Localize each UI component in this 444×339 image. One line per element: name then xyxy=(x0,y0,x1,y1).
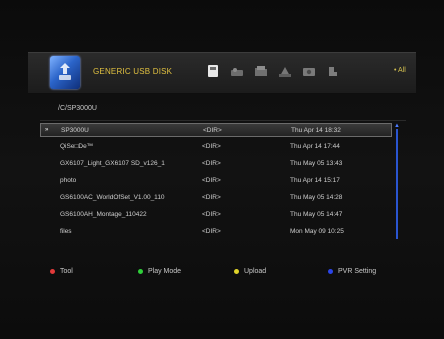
pvr-setting-key[interactable]: PVR Setting xyxy=(328,268,376,275)
music-icon[interactable] xyxy=(230,64,244,78)
folder-icon[interactable] xyxy=(254,64,268,78)
selected-marker: » xyxy=(45,127,49,133)
file-row[interactable]: photo <DIR> Thu Apr 14 15:17 xyxy=(40,174,392,188)
footer-help: Tool Play Mode Upload PVR Setting xyxy=(50,268,400,280)
file-name: GX6107_Light_GX6107 SD_v126_1 xyxy=(60,160,165,167)
usb-disk-icon xyxy=(50,56,80,89)
file-row[interactable]: GX6107_Light_GX6107 SD_v126_1 <DIR> Thu … xyxy=(40,157,392,171)
disk-icon[interactable] xyxy=(206,64,220,78)
file-name: QiSe□De™ xyxy=(60,143,94,150)
file-name: GS6100AC_WorldOfSet_V1.00_110 xyxy=(60,194,165,201)
file-row[interactable]: files <DIR> Mon May 09 10:25 xyxy=(40,225,392,239)
red-dot-icon xyxy=(50,269,55,274)
play-mode-key[interactable]: Play Mode xyxy=(138,268,181,275)
file-type: <DIR> xyxy=(202,143,221,150)
file-type: <DIR> xyxy=(202,177,221,184)
screen: GENERIC USB DISK • All /C/SP3000U » SP30… xyxy=(0,0,444,339)
file-name: files xyxy=(60,228,72,235)
upload-label: Upload xyxy=(244,268,267,275)
file-row[interactable]: GS6100AC_WorldOfSet_V1.00_110 <DIR> Thu … xyxy=(40,191,392,205)
video-icon[interactable] xyxy=(302,64,316,78)
green-dot-icon xyxy=(138,269,143,274)
file-list: » SP3000U <DIR> Thu Apr 14 18:32 QiSe□De… xyxy=(40,120,406,243)
file-type: <DIR> xyxy=(203,127,222,134)
current-path: /C/SP3000U xyxy=(58,105,97,112)
file-date: Thu May 05 14:28 xyxy=(290,194,343,201)
file-name: photo xyxy=(60,177,77,184)
file-date: Thu May 05 14:47 xyxy=(290,211,343,218)
file-row[interactable]: QiSe□De™ <DIR> Thu Apr 14 17:44 xyxy=(40,140,392,154)
scroll-thumb[interactable] xyxy=(396,129,398,239)
tool-label: Tool xyxy=(60,268,73,275)
yellow-dot-icon xyxy=(234,269,239,274)
scrollbar[interactable]: ▲ xyxy=(394,123,400,241)
filter-label[interactable]: • All xyxy=(394,67,406,74)
device-title: GENERIC USB DISK xyxy=(93,67,173,76)
play-mode-label: Play Mode xyxy=(148,268,182,275)
file-row[interactable]: » SP3000U <DIR> Thu Apr 14 18:32 xyxy=(40,123,392,137)
photo-icon[interactable] xyxy=(278,64,292,78)
file-date: Thu Apr 14 15:17 xyxy=(290,177,340,184)
tool-key[interactable]: Tool xyxy=(50,268,73,275)
file-name: SP3000U xyxy=(61,127,89,134)
file-date: Thu Apr 14 18:32 xyxy=(291,127,341,134)
file-type: <DIR> xyxy=(202,194,221,201)
upload-key[interactable]: Upload xyxy=(234,268,266,275)
file-name: GS6100AH_Montage_110422 xyxy=(60,211,147,218)
recording-icon[interactable] xyxy=(326,64,340,78)
file-type: <DIR> xyxy=(202,228,221,235)
file-date: Mon May 09 10:25 xyxy=(290,228,344,235)
file-date: Thu Apr 14 17:44 xyxy=(290,143,340,150)
device-header: GENERIC USB DISK • All xyxy=(28,52,416,94)
file-type: <DIR> xyxy=(202,160,221,167)
file-date: Thu May 05 13:43 xyxy=(290,160,343,167)
blue-dot-icon xyxy=(328,269,333,274)
pvr-setting-label: PVR Setting xyxy=(338,268,377,275)
file-row[interactable]: GS6100AH_Montage_110422 <DIR> Thu May 05… xyxy=(40,208,392,222)
file-type: <DIR> xyxy=(202,211,221,218)
